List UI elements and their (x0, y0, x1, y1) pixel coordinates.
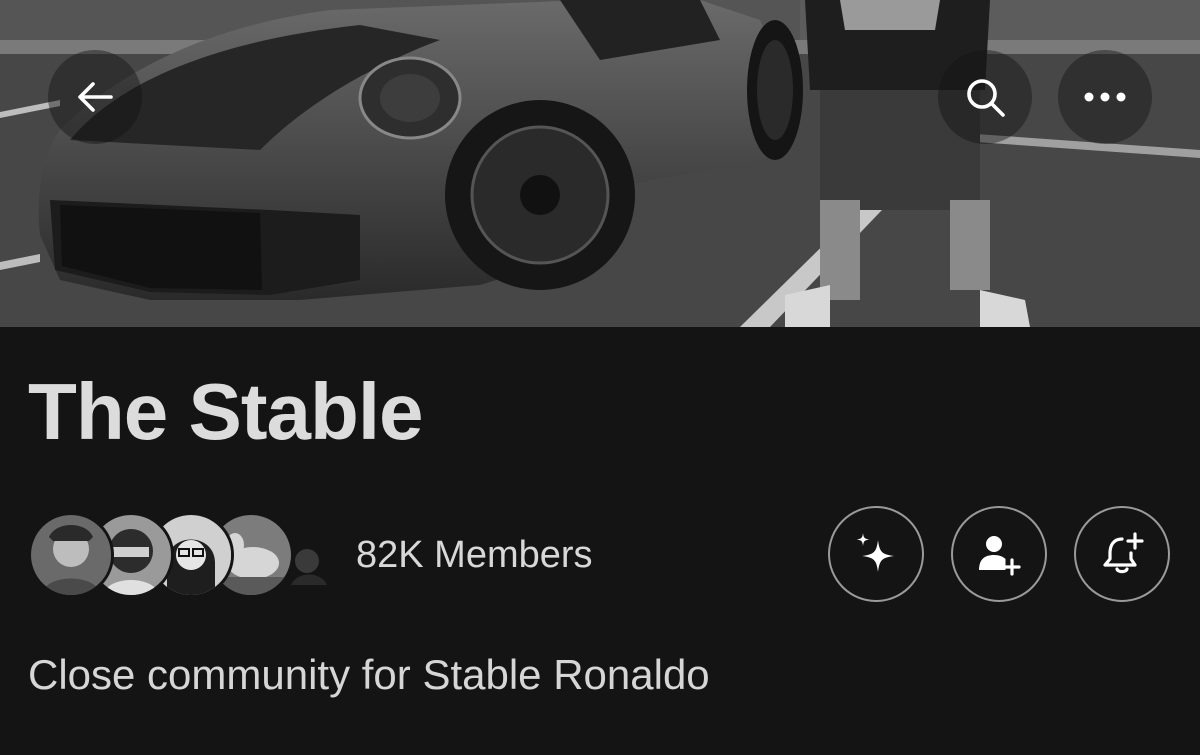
members-count[interactable]: 82K Members (356, 536, 593, 574)
more-options-button[interactable] (1058, 50, 1152, 144)
member-avatars[interactable] (28, 512, 354, 602)
sparkle-icon (856, 533, 894, 572)
back-button[interactable] (48, 50, 142, 144)
add-member-icon (979, 536, 1021, 576)
notifications-button[interactable] (1074, 506, 1170, 602)
search-icon (967, 79, 1005, 117)
community-banner (0, 0, 1200, 327)
search-button[interactable] (938, 50, 1032, 144)
community-description: Close community for Stable Ronaldo (28, 651, 710, 698)
arrow-left-icon (78, 82, 113, 112)
community-title: The Stable (28, 367, 424, 456)
add-member-button[interactable] (951, 506, 1047, 602)
ellipsis-icon (1084, 92, 1126, 102)
banner-image (0, 0, 1200, 327)
avatar (28, 512, 114, 598)
bell-plus-icon (1103, 532, 1144, 574)
sparkle-button[interactable] (828, 506, 924, 602)
